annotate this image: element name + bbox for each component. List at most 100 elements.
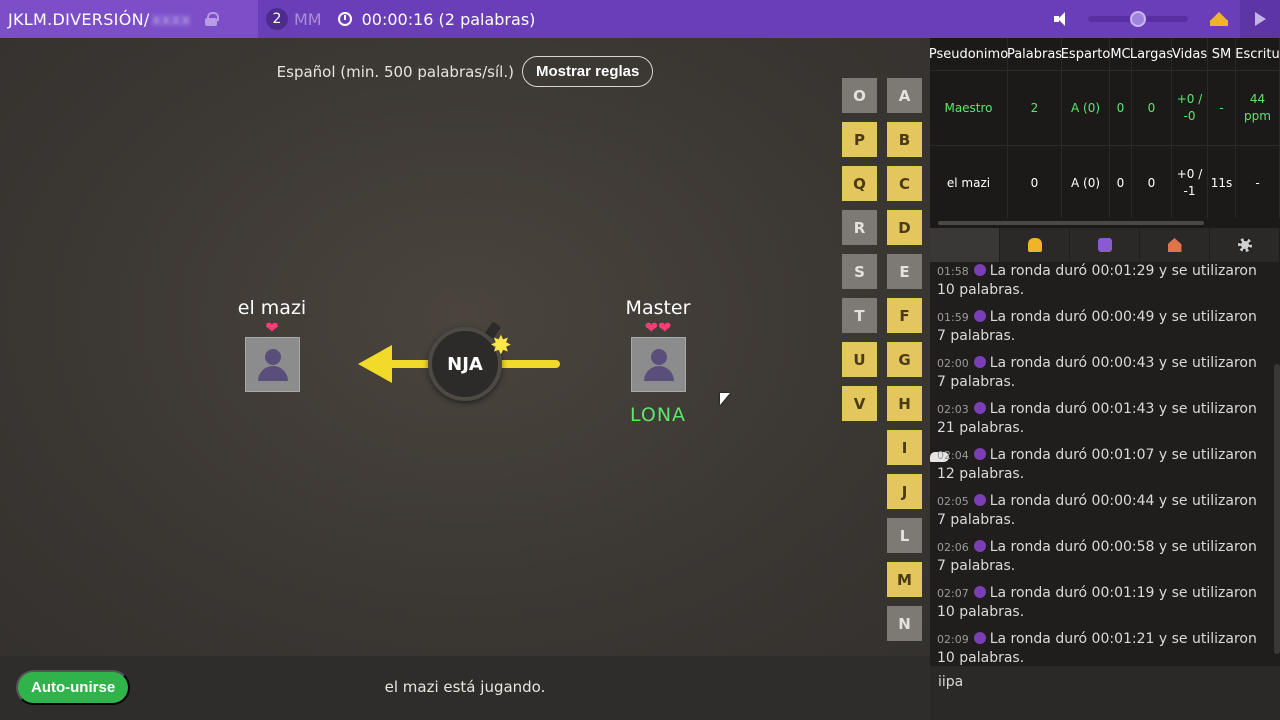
letter-tile: R — [842, 210, 877, 245]
letter-tile: J — [887, 474, 922, 509]
dictionary-rules-text: Español (min. 500 palabras/síl.) — [276, 62, 514, 81]
chat-message: 02:07 La ronda duró 00:01:19 y se utiliza… — [937, 584, 1268, 621]
chat-message: 02:09 La ronda duró 00:01:21 y se utiliza… — [937, 630, 1268, 666]
chat-message: 02:05 La ronda duró 00:00:44 y se utiliza… — [937, 492, 1268, 529]
side-panel: Pseudonimo Palabras Esparto MC Largas Vidas SM… — [930, 38, 1280, 720]
column-header: Palabras — [1007, 38, 1062, 70]
letter-tile: A — [887, 78, 922, 113]
game-area: Español (min. 500 palabras/síl.) Mostrar… — [0, 38, 930, 656]
chat-input[interactable]: iipa — [930, 666, 1280, 720]
scoreboard-table: Pseudonimo Palabras Esparto MC Largas Vidas SM… — [930, 38, 1280, 218]
letter-tile: O — [842, 78, 877, 113]
top-bar: JKLM.DIVERSIÓN/ xxxx 2 MM 00:00:16 (2 pa… — [0, 0, 1280, 38]
chat-message: 02:06 La ronda duró 00:00:58 y se utiliza… — [937, 538, 1268, 575]
volume-control — [1054, 0, 1280, 38]
column-header: MC — [1110, 38, 1132, 70]
column-header: Vidas — [1172, 38, 1208, 70]
rules-row: Español (min. 500 palabras/síl.) Mostrar… — [0, 56, 930, 87]
bottom-bar: el mazi está jugando. Auto-unirse — [0, 656, 930, 720]
tab-settings[interactable] — [1210, 228, 1280, 262]
table-cell: 2 — [1008, 71, 1062, 145]
speaker-icon[interactable] — [1054, 12, 1070, 26]
bomb-icon — [973, 264, 986, 276]
round-timer: 00:00:16 (2 palabras) — [361, 9, 536, 29]
bomb-icon — [973, 448, 986, 460]
mode-label: MM — [294, 9, 322, 29]
stopwatch-icon — [337, 12, 352, 26]
table-header-row: Pseudonimo Palabras Esparto MC Largas Vidas SM… — [930, 38, 1280, 71]
message-time: 02:07 — [937, 587, 969, 600]
table-cell: 0 — [1008, 146, 1062, 218]
message-time: 02:03 — [937, 403, 969, 416]
volume-slider-knob[interactable] — [1130, 11, 1146, 27]
column-header: Esparto — [1061, 38, 1110, 70]
show-rules-button[interactable]: Mostrar reglas — [521, 56, 654, 87]
chat-message: 02:03 La ronda duró 00:01:43 y se utiliza… — [937, 400, 1268, 437]
crown-icon[interactable] — [1210, 12, 1228, 26]
table-cell: +0 / -0 — [1172, 71, 1208, 145]
letter-tile: D — [887, 210, 922, 245]
letter-tile: U — [842, 342, 877, 377]
message-time: 02:06 — [937, 541, 969, 554]
avatar — [630, 337, 686, 392]
message-time: 02:09 — [937, 633, 969, 646]
volume-slider[interactable] — [1088, 11, 1188, 27]
table-cell: Maestro — [930, 71, 1008, 145]
letter-tile: N — [887, 606, 922, 641]
heart-icon: ❤ — [265, 318, 279, 337]
bomb-icon — [973, 632, 986, 644]
table-cell: 0 — [1110, 71, 1132, 145]
letter-tile: H — [887, 386, 922, 421]
play-icon — [1254, 12, 1266, 26]
chat-scrollbar[interactable] — [1274, 364, 1280, 654]
bomb-icon — [973, 310, 986, 322]
room-code: xxxx — [151, 9, 191, 29]
letter-tile: G — [887, 342, 922, 377]
table-cell: 0 — [1132, 146, 1172, 218]
table-cell: - — [1236, 146, 1280, 218]
chat-message: 02:04 La ronda duró 00:01:07 y se utiliza… — [937, 446, 1268, 483]
table-cell: 0 — [1110, 146, 1132, 218]
lock-icon[interactable] — [204, 12, 219, 26]
mouse-cursor-icon — [720, 393, 730, 405]
table-cell: A (0) — [1062, 71, 1110, 145]
horizontal-scrollbar[interactable] — [930, 218, 1280, 228]
auto-join-button[interactable]: Auto-unirse — [16, 670, 131, 705]
game-info-bar: 2 MM 00:00:16 (2 palabras) — [258, 0, 1280, 38]
letter-tile: Q — [842, 166, 877, 201]
column-header: Largas — [1130, 38, 1173, 70]
room-name: JKLM.DIVERSIÓN/ — [8, 9, 150, 29]
column-header: Pseudonimo — [930, 38, 1008, 70]
tab-room[interactable] — [1140, 228, 1210, 262]
people-icon — [1027, 238, 1042, 252]
column-header: Escritu — [1235, 38, 1280, 70]
player-name: Master — [625, 297, 691, 319]
letter-tile: I — [887, 430, 922, 465]
bomb-icon — [973, 586, 986, 598]
chat-message: 02:00 La ronda duró 00:00:43 y se utiliza… — [937, 354, 1268, 391]
tab-players[interactable] — [1000, 228, 1070, 262]
letter-tile: V — [842, 386, 877, 421]
table-cell: el mazi — [930, 146, 1008, 218]
letter-tile: E — [887, 254, 922, 289]
turn-arrow-head-icon — [358, 345, 392, 383]
chat-log[interactable]: 01:58 La ronda duró 00:01:29 y se utiliza… — [930, 262, 1280, 666]
tab-chat[interactable] — [930, 228, 1000, 462]
letter-tile: L — [887, 518, 922, 553]
bomb-icon — [973, 356, 986, 368]
play-button[interactable] — [1240, 0, 1280, 38]
avatar — [244, 337, 300, 392]
heart-icon: ❤❤ — [644, 318, 672, 337]
letter-tile: T — [842, 298, 877, 333]
message-time: 02:04 — [937, 449, 969, 462]
tab-games[interactable] — [1070, 228, 1140, 262]
gear-icon — [1237, 238, 1252, 252]
bomb-icon — [973, 494, 986, 506]
table-cell: 11s — [1208, 146, 1236, 218]
room-title: JKLM.DIVERSIÓN/ xxxx — [0, 0, 258, 38]
scrollbar-thumb[interactable] — [938, 221, 1204, 225]
message-time: 01:58 — [937, 265, 969, 278]
chat-message: 01:59 La ronda duró 00:00:49 y se utiliza… — [937, 308, 1268, 345]
bomb-icon — [973, 540, 986, 552]
letter-tile: M — [887, 562, 922, 597]
